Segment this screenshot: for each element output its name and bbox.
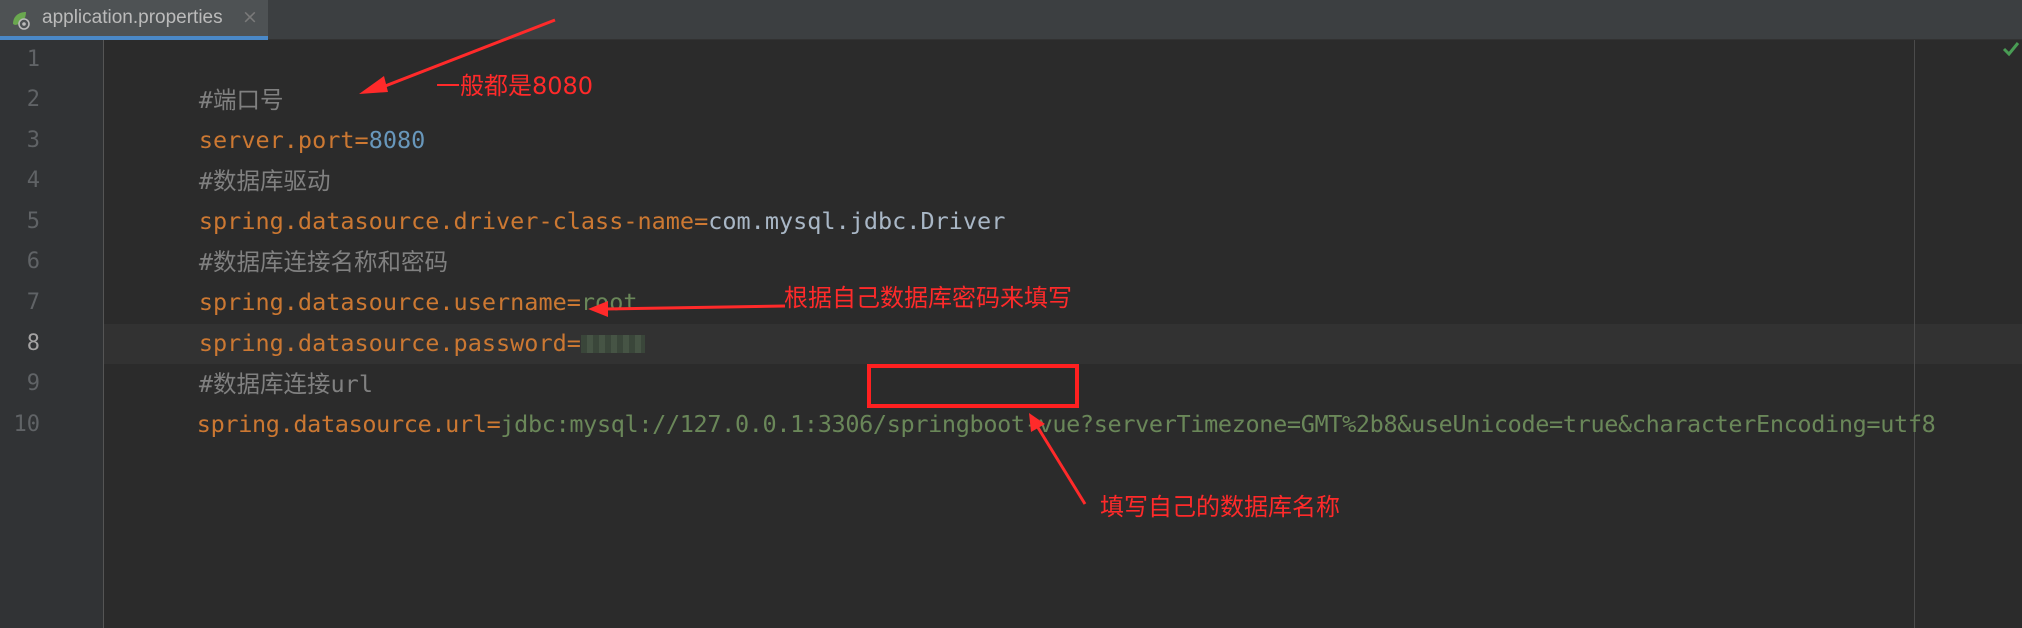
property-key: spring.datasource.url xyxy=(196,410,487,438)
code-line-4[interactable]: spring.datasource.driver-class-name=com.… xyxy=(114,161,1005,235)
spring-properties-icon xyxy=(13,12,30,30)
code-line-9[interactable]: spring.datasource.url=jdbc:mysql://127.0… xyxy=(114,364,1936,438)
line-number: 4 xyxy=(26,168,40,193)
line-number: 6 xyxy=(26,249,40,274)
url-database-name: springboot-vue xyxy=(886,410,1081,438)
code-line-6[interactable]: spring.datasource.username=root xyxy=(114,242,638,316)
url-prefix: jdbc:mysql://127.0.0.1:3306/ xyxy=(500,410,887,438)
property-value: com.mysql.jdbc.Driver xyxy=(708,207,1006,235)
tab-application-properties[interactable]: application.properties × xyxy=(0,0,268,40)
code-line-2[interactable]: server.port=8080 xyxy=(114,80,425,154)
equals-sign: = xyxy=(694,207,709,235)
code-line-3[interactable]: #数据库驱动 xyxy=(114,121,331,195)
right-margin-guide xyxy=(1914,40,1915,628)
equals-sign: = xyxy=(566,329,581,357)
line-number: 1 xyxy=(26,47,40,72)
editor-tab-bar: application.properties × xyxy=(0,0,2022,40)
line-number: 10 xyxy=(13,412,41,437)
line-number: 9 xyxy=(26,371,40,396)
code-line-8[interactable]: #数据库连接url xyxy=(114,324,373,398)
line-number: 7 xyxy=(26,290,40,315)
code-line-5[interactable]: #数据库连接名称和密码 xyxy=(114,202,448,276)
close-icon[interactable]: × xyxy=(242,6,258,28)
line-number: 3 xyxy=(26,128,40,153)
masked-password-value xyxy=(580,335,645,353)
code-line-1[interactable]: #端口号 xyxy=(114,40,284,114)
equals-sign: = xyxy=(486,410,501,438)
line-number-current: 8 xyxy=(26,331,40,356)
equals-sign: = xyxy=(354,126,369,154)
tab-title: application.properties xyxy=(42,7,223,28)
code-line-7[interactable]: spring.datasource.password= xyxy=(114,283,645,357)
property-value: 8080 xyxy=(368,126,426,154)
check-icon xyxy=(2002,42,2020,57)
code-editor[interactable]: #端口号 server.port=8080 #数据库驱动 spring.data… xyxy=(104,40,2022,628)
line-number: 2 xyxy=(26,87,40,112)
url-parameters: ?serverTimezone=GMT%2b8&useUnicode=true&… xyxy=(1079,410,1936,438)
ide-window: application.properties × 1 2 3 4 5 6 7 8… xyxy=(0,0,2022,628)
line-number: 5 xyxy=(26,209,40,234)
